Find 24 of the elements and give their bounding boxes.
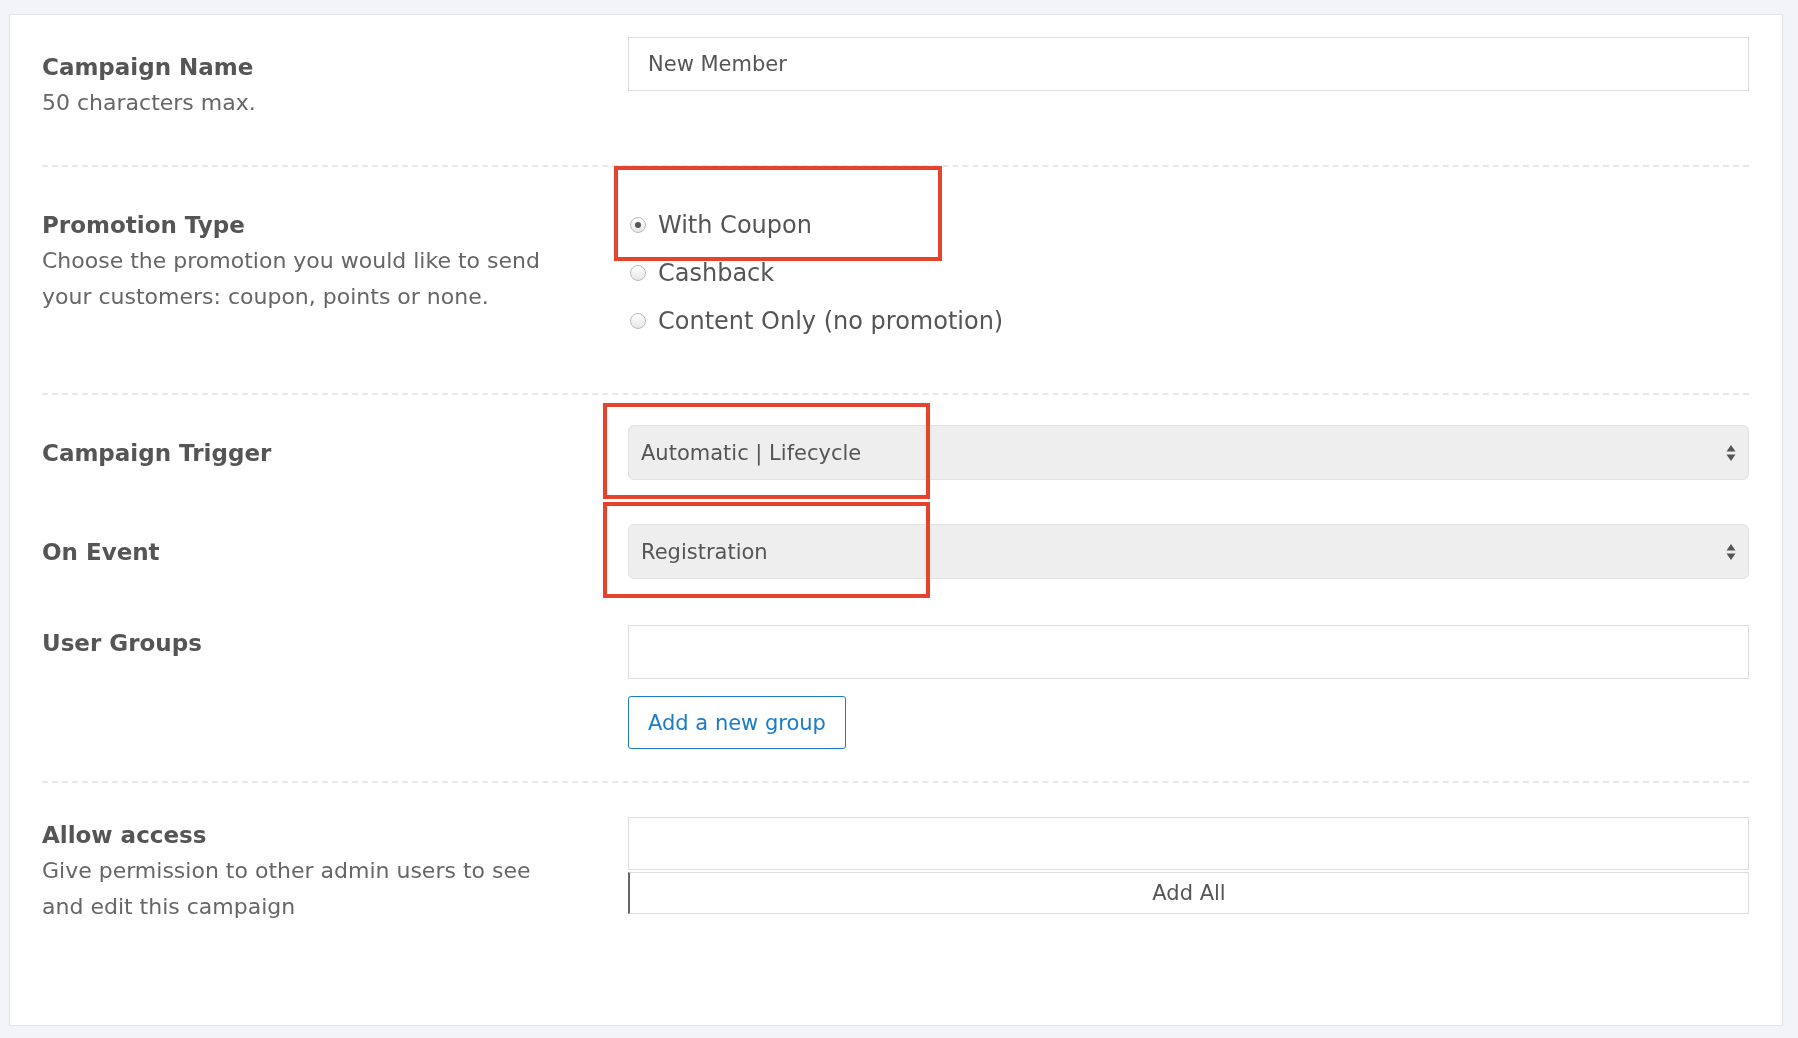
field-label: Allow access	[42, 821, 208, 850]
select-arrows-icon	[1726, 443, 1736, 462]
radio-button[interactable]	[630, 313, 646, 329]
campaign-name-field[interactable]: New Member	[628, 37, 1749, 91]
field-hint: 50 characters max.	[42, 89, 257, 117]
add-group-button[interactable]: Add a new group	[628, 696, 846, 749]
add-all-button[interactable]: Add All	[628, 872, 1749, 914]
radio-button[interactable]	[630, 265, 646, 281]
field-label: On Event	[42, 537, 161, 567]
user-groups-field[interactable]	[628, 625, 1749, 679]
select-arrows-icon	[1726, 542, 1736, 561]
field-label: User Groups	[42, 629, 203, 658]
radio-label[interactable]: With Coupon	[658, 211, 812, 239]
field-label: Promotion Type	[42, 211, 246, 240]
radio-label[interactable]: Content Only (no promotion)	[658, 307, 1004, 335]
trigger-select[interactable]: Automatic | Lifecycle	[628, 425, 1749, 480]
field-label: Campaign Name	[42, 53, 255, 82]
radio-button[interactable]	[630, 217, 646, 233]
admin-users-field[interactable]	[628, 817, 1749, 870]
event-select[interactable]: Registration	[628, 524, 1749, 579]
field-label: Campaign Trigger	[42, 438, 273, 468]
field-hint: Give permission to other admin users to see and edit this campaign	[42, 857, 532, 921]
field-hint: Choose the promotion you would like to send your customers: coupon, points or none.	[42, 247, 541, 311]
radio-label[interactable]: Cashback	[658, 259, 775, 287]
